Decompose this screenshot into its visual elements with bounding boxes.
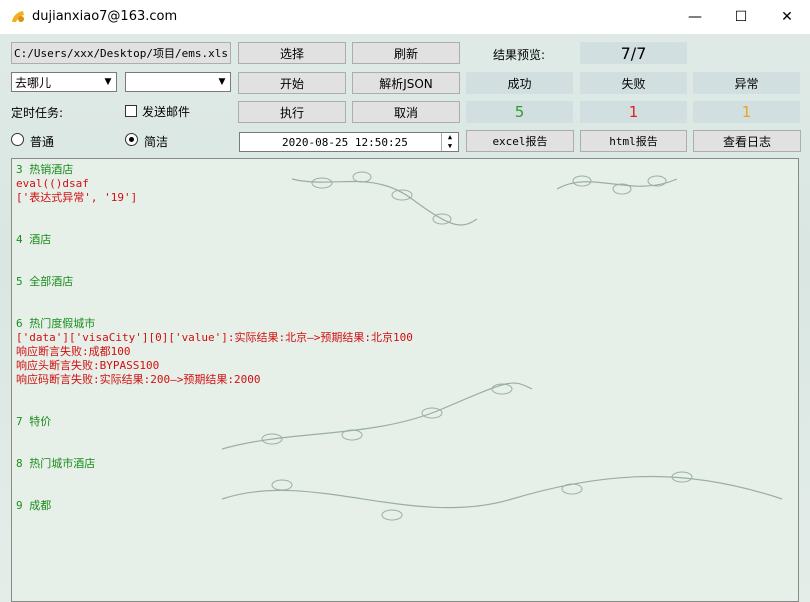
maximize-icon: ☐ <box>734 9 748 25</box>
close-button[interactable]: ✕ <box>764 0 810 34</box>
close-icon: ✕ <box>781 9 793 25</box>
datetime-value: 2020-08-25 12:50:25 <box>282 136 408 149</box>
log-output[interactable]: 3 热销酒店 eval(()dsaf ['表达式异常', '19'] 4 酒店 5 全部… <box>11 158 799 602</box>
chevron-down-icon: ▼ <box>104 77 112 87</box>
chevron-down-icon: ▼ <box>218 77 226 87</box>
minimize-button[interactable]: — <box>672 0 718 34</box>
preview-value: 7/7 <box>580 42 687 64</box>
scheduled-task-label: 定时任务: <box>11 106 64 120</box>
window-title: dujianxiao7@163.com <box>32 9 178 24</box>
mode-simple-radio[interactable] <box>125 133 138 146</box>
log-line: 6 热门度假城市 <box>16 317 96 330</box>
site-select-value: 去哪儿 <box>15 75 52 90</box>
success-count: 5 <box>466 101 573 123</box>
fail-count: 1 <box>580 101 687 123</box>
error-label: 异常 <box>693 72 800 94</box>
mode-simple-label: 简洁 <box>144 135 169 149</box>
start-button[interactable]: 开始 <box>238 72 346 94</box>
send-email-label: 发送邮件 <box>142 105 191 119</box>
spin-down-icon[interactable]: ▼ <box>442 142 458 151</box>
case-select[interactable]: ▼ <box>125 72 231 92</box>
error-count: 1 <box>693 101 800 123</box>
maximize-button[interactable]: ☐ <box>718 0 764 34</box>
site-select[interactable]: 去哪儿 ▼ <box>11 72 117 92</box>
mode-normal-radio[interactable] <box>11 133 24 146</box>
log-line: 7 特价 <box>16 415 52 428</box>
parse-json-button[interactable]: 解析JSON <box>352 72 460 94</box>
refresh-button[interactable]: 刷新 <box>352 42 460 64</box>
minimize-icon: — <box>688 9 702 25</box>
app-icon <box>12 11 24 22</box>
log-line: 9 成都 <box>16 499 52 512</box>
select-file-button[interactable]: 选择 <box>238 42 346 64</box>
log-line: 响应断言失败:成都100 <box>16 345 131 358</box>
log-line: 8 热门城市酒店 <box>16 457 96 470</box>
datetime-picker[interactable]: 2020-08-25 12:50:25 ▲ ▼ <box>239 132 459 152</box>
spin-buttons[interactable]: ▲ ▼ <box>441 133 458 151</box>
cancel-button[interactable]: 取消 <box>352 101 460 123</box>
send-email-checkbox[interactable] <box>125 105 137 117</box>
main-panel: C:/Users/xxx/Desktop/项目/ems.xls 选择 刷新 结果… <box>0 34 810 602</box>
log-line: 响应码断言失败:实际结果:200—>预期结果:2000 <box>16 373 261 386</box>
log-line: 5 全部酒店 <box>16 275 74 288</box>
log-lines: 3 热销酒店 eval(()dsaf ['表达式异常', '19'] 4 酒店 5 全部… <box>16 163 786 513</box>
mode-normal-label: 普通 <box>30 135 55 149</box>
log-line: 3 热销酒店 <box>16 163 74 176</box>
view-log-button[interactable]: 查看日志 <box>693 130 801 152</box>
fail-label: 失败 <box>580 72 687 94</box>
log-line: ['data']['visaCity'][0]['value']:实际结果:北京… <box>16 331 413 344</box>
spin-up-icon[interactable]: ▲ <box>442 133 458 142</box>
execute-button[interactable]: 执行 <box>238 101 346 123</box>
excel-report-button[interactable]: excel报告 <box>466 130 574 152</box>
success-label: 成功 <box>466 72 573 94</box>
title-bar: dujianxiao7@163.com — ☐ ✕ <box>0 0 810 34</box>
log-line: 4 酒店 <box>16 233 52 246</box>
log-line: eval(()dsaf <box>16 177 89 190</box>
file-path-button[interactable]: C:/Users/xxx/Desktop/项目/ems.xls <box>11 42 231 64</box>
log-line: ['表达式异常', '19'] <box>16 191 138 204</box>
preview-label: 结果预览: <box>493 48 546 62</box>
html-report-button[interactable]: html报告 <box>580 130 687 152</box>
log-line: 响应头断言失败:BYPASS100 <box>16 359 160 372</box>
